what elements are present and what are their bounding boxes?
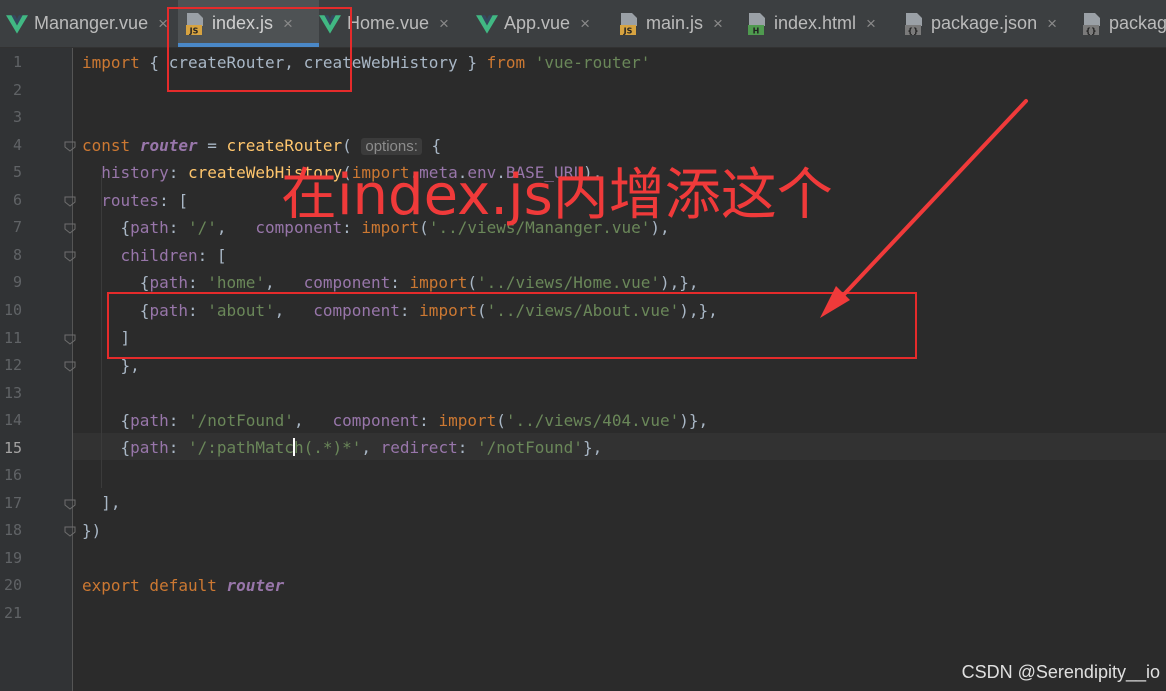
annotation-arrow (820, 99, 1028, 318)
watermark: CSDN @Serendipity__io (961, 662, 1160, 682)
